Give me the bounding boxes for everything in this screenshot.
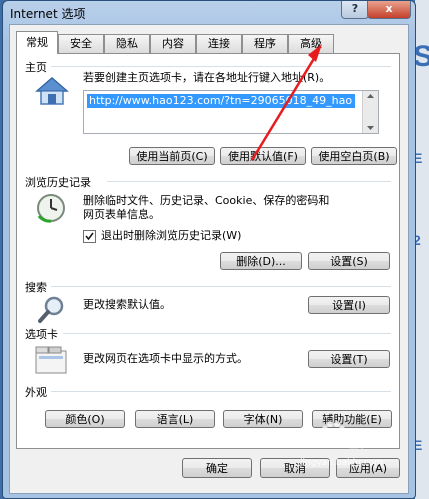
watermark-brand: Baidu 经验 — [302, 434, 373, 450]
tab-general[interactable]: 常规 — [16, 31, 58, 54]
watermark-url: jingyan.baidu.com — [300, 458, 384, 468]
annotation-arrow-icon — [250, 44, 322, 161]
